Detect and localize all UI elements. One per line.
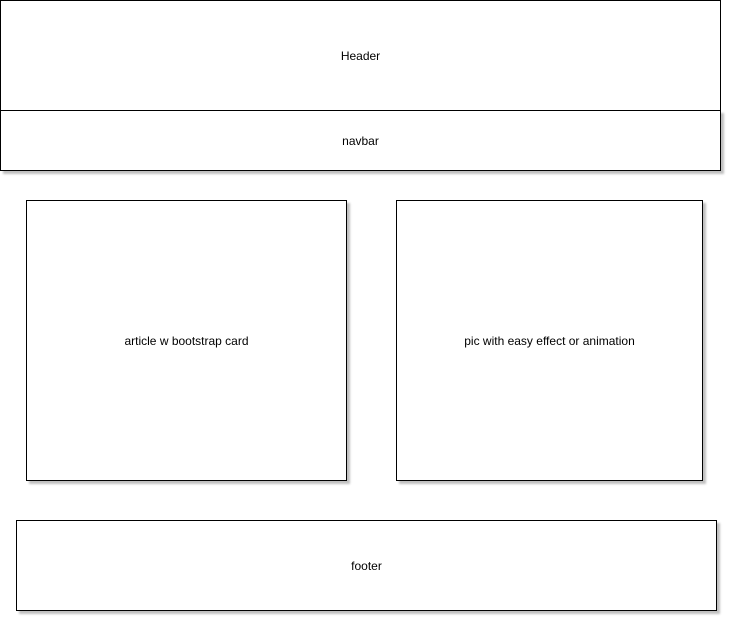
- header-block: Header: [0, 0, 721, 111]
- footer-label: footer: [351, 558, 382, 573]
- article-label: article w bootstrap card: [124, 333, 249, 348]
- picture-label: pic with easy effect or animation: [464, 333, 635, 348]
- picture-block: pic with easy effect or animation: [396, 200, 703, 481]
- navbar-label: navbar: [342, 133, 379, 148]
- header-label: Header: [340, 48, 381, 63]
- article-card-block: article w bootstrap card: [26, 200, 347, 481]
- navbar-block: navbar: [0, 110, 721, 171]
- footer-block: footer: [16, 520, 717, 611]
